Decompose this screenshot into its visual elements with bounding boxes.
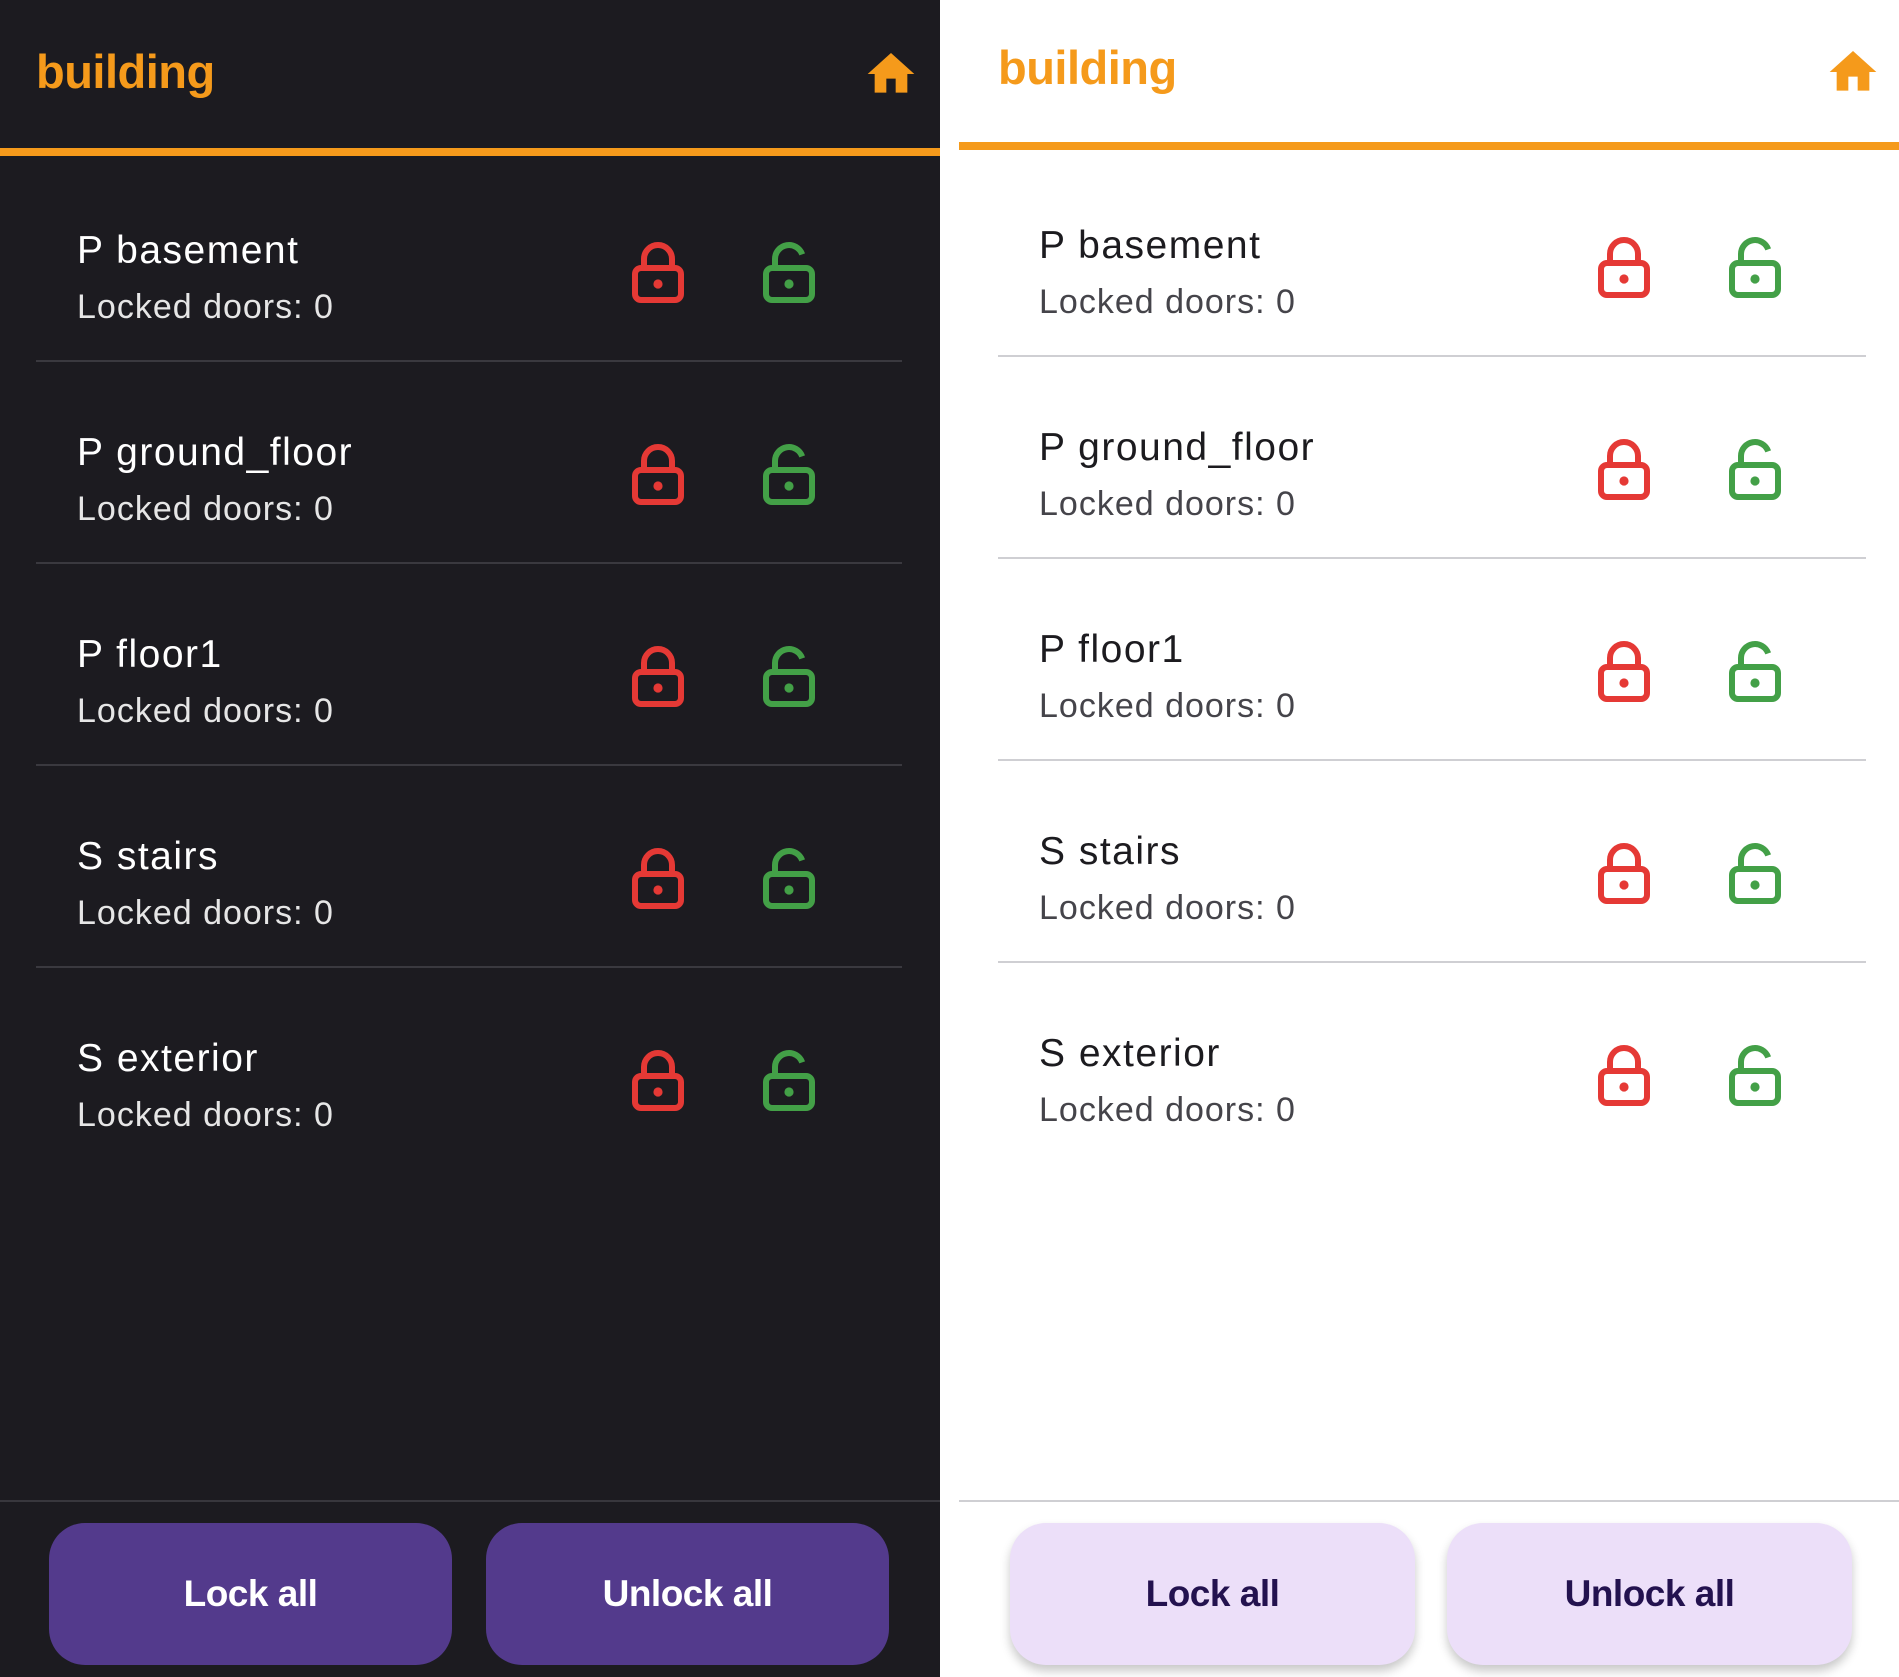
locked-doors-count: Locked doors: 0 (77, 692, 334, 730)
room-name: P basement (1039, 224, 1262, 267)
home-icon (867, 53, 915, 93)
unlock-room-button[interactable] (761, 846, 817, 910)
room-row: S stairs Locked doors: 0 (36, 766, 902, 968)
lock-room-button[interactable] (1596, 639, 1652, 703)
bottom-divider (959, 1500, 1899, 1502)
home-button[interactable] (863, 46, 919, 102)
lock-icon (1598, 1045, 1650, 1106)
room-name: P floor1 (77, 633, 223, 676)
room-row: S exterior Locked doors: 0 (36, 968, 902, 1168)
lock-room-button[interactable] (1596, 437, 1652, 501)
dark-theme-screen: building P basement Locked doors: 0P grou… (0, 0, 940, 1677)
locked-doors-count: Locked doors: 0 (1039, 485, 1296, 523)
app-bar-accent-line (0, 148, 940, 156)
room-row: P floor1 Locked doors: 0 (998, 559, 1866, 761)
bottom-divider (0, 1500, 940, 1502)
unlock-all-button[interactable]: Unlock all (1447, 1523, 1852, 1665)
lock-room-button[interactable] (630, 240, 686, 304)
unlock-icon (1729, 843, 1781, 904)
app-bar-accent-line (959, 142, 1899, 150)
room-name: P ground_floor (1039, 426, 1316, 469)
locked-doors-count: Locked doors: 0 (1039, 889, 1296, 927)
unlock-icon (1729, 439, 1781, 500)
unlock-all-button[interactable]: Unlock all (486, 1523, 889, 1665)
room-row: P basement Locked doors: 0 (36, 160, 902, 362)
unlock-icon (1729, 1045, 1781, 1106)
room-name: P ground_floor (77, 431, 354, 474)
unlock-room-button[interactable] (761, 442, 817, 506)
unlock-icon (763, 848, 815, 909)
room-name: S stairs (1039, 830, 1182, 873)
locked-doors-count: Locked doors: 0 (77, 894, 334, 932)
locked-doors-count: Locked doors: 0 (1039, 283, 1296, 321)
lock-room-button[interactable] (630, 1048, 686, 1112)
lock-icon (1598, 439, 1650, 500)
locked-doors-count: Locked doors: 0 (1039, 687, 1296, 725)
lock-room-button[interactable] (1596, 235, 1652, 299)
unlock-room-button[interactable] (1727, 235, 1783, 299)
room-row: P ground_floor Locked doors: 0 (36, 362, 902, 564)
lock-all-button[interactable]: Lock all (49, 1523, 452, 1665)
lock-room-button[interactable] (630, 644, 686, 708)
lock-room-button[interactable] (630, 846, 686, 910)
lock-icon (1598, 237, 1650, 298)
locked-doors-count: Locked doors: 0 (1039, 1091, 1296, 1129)
app-bar: building (959, 0, 1899, 150)
room-list: P basement Locked doors: 0 P ground_floor L… (36, 160, 902, 1168)
screen-separator (940, 0, 959, 1677)
room-row: S stairs Locked doors: 0 (998, 761, 1866, 963)
home-button[interactable] (1825, 44, 1881, 100)
unlock-icon (763, 242, 815, 303)
light-theme-screen: building P basement Locked doors: 0P grou… (959, 0, 1899, 1677)
app-title: building (998, 41, 1177, 94)
unlock-icon (763, 444, 815, 505)
room-name: P basement (77, 229, 300, 272)
unlock-room-button[interactable] (1727, 841, 1783, 905)
unlock-room-button[interactable] (761, 644, 817, 708)
lock-room-button[interactable] (1596, 841, 1652, 905)
room-list: P basement Locked doors: 0 P ground_floor L… (998, 155, 1866, 1163)
lock-icon (632, 848, 684, 909)
unlock-icon (1729, 641, 1781, 702)
unlock-room-button[interactable] (1727, 1043, 1783, 1107)
unlock-room-button[interactable] (1727, 639, 1783, 703)
app-title: building (36, 45, 215, 98)
locked-doors-count: Locked doors: 0 (77, 1096, 334, 1134)
room-row: P basement Locked doors: 0 (998, 155, 1866, 357)
room-name: S exterior (77, 1037, 259, 1080)
unlock-room-button[interactable] (761, 240, 817, 304)
room-name: S stairs (77, 835, 220, 878)
unlock-icon (763, 1050, 815, 1111)
room-name: S exterior (1039, 1032, 1221, 1075)
room-row: P floor1 Locked doors: 0 (36, 564, 902, 766)
lock-icon (632, 242, 684, 303)
unlock-room-button[interactable] (1727, 437, 1783, 501)
lock-icon (632, 444, 684, 505)
unlock-icon (1729, 237, 1781, 298)
lock-icon (1598, 843, 1650, 904)
lock-icon (632, 1050, 684, 1111)
lock-icon (1598, 641, 1650, 702)
locked-doors-count: Locked doors: 0 (77, 490, 334, 528)
room-row: P ground_floor Locked doors: 0 (998, 357, 1866, 559)
home-icon (1829, 51, 1877, 91)
lock-icon (632, 646, 684, 707)
lock-all-button[interactable]: Lock all (1010, 1523, 1415, 1665)
lock-room-button[interactable] (1596, 1043, 1652, 1107)
room-name: P floor1 (1039, 628, 1185, 671)
locked-doors-count: Locked doors: 0 (77, 288, 334, 326)
lock-room-button[interactable] (630, 442, 686, 506)
unlock-room-button[interactable] (761, 1048, 817, 1112)
unlock-icon (763, 646, 815, 707)
app-bar: building (0, 0, 940, 150)
room-row: S exterior Locked doors: 0 (998, 963, 1866, 1163)
